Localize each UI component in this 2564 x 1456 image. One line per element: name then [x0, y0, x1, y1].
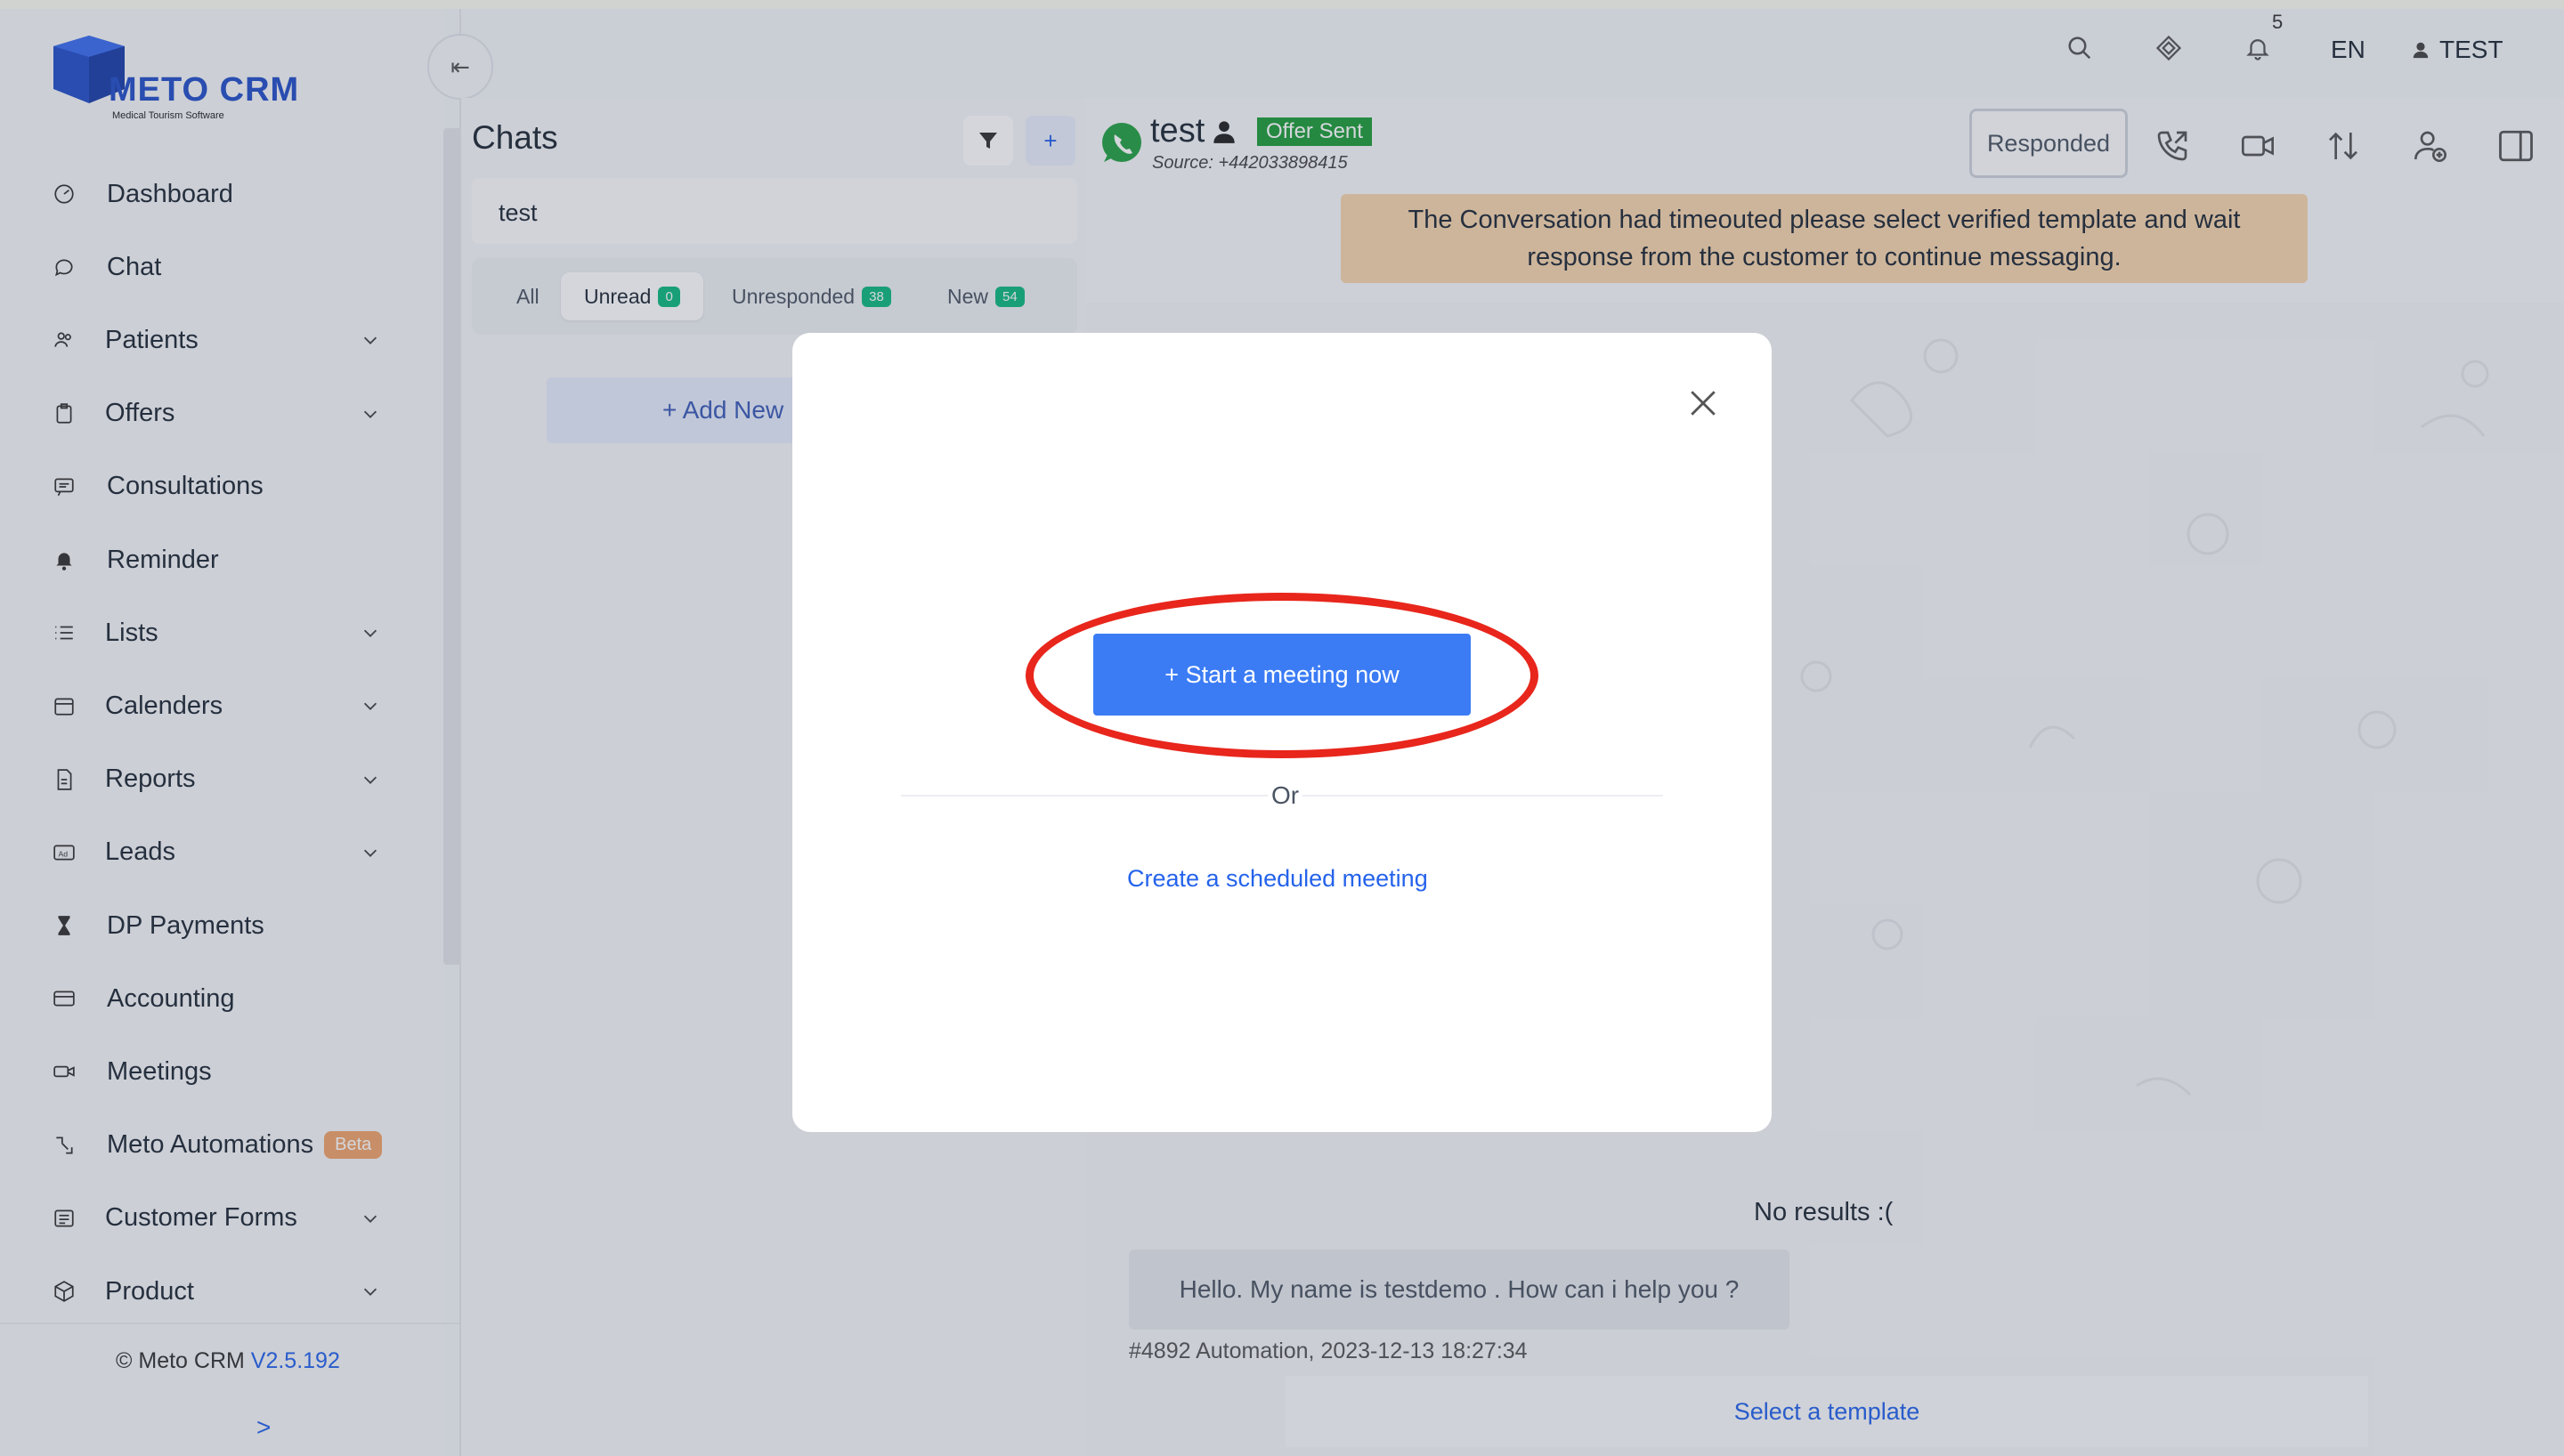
or-label: Or	[1268, 781, 1303, 810]
schedule-meeting-link[interactable]: Create a scheduled meeting	[1127, 865, 1428, 893]
close-modal-button[interactable]	[1683, 383, 1724, 424]
close-icon	[1691, 391, 1716, 416]
highlight-annotation	[1026, 593, 1538, 758]
